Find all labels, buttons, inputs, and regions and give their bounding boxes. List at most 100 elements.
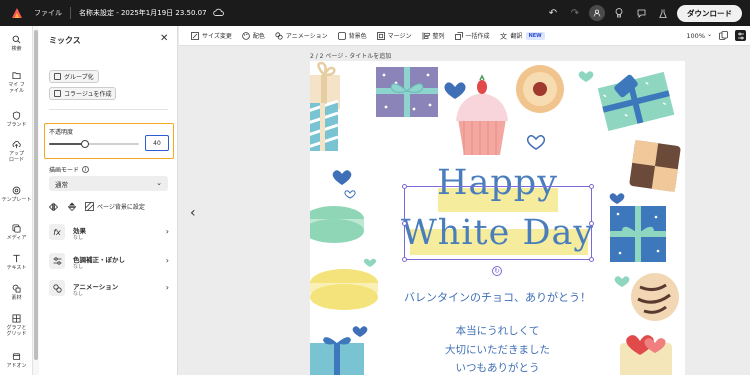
color-label: 配色: [252, 33, 265, 40]
rail-label: グラフと グリッド: [6, 325, 27, 337]
flip-horizontal-icon[interactable]: [49, 202, 58, 211]
download-button[interactable]: ダウンロード: [677, 4, 742, 22]
adjust-blur-section[interactable]: 色調補正・ぼかし なし ›: [49, 252, 173, 272]
set-page-background-button[interactable]: ページ背景に設定: [97, 202, 145, 211]
blend-mode-value: 通常: [55, 180, 68, 189]
top-bar: ファイル 名称未設定 - 2025年1月19日 23.50.07 ↶ ↷ ダウン…: [0, 0, 750, 26]
comment-icon[interactable]: [633, 5, 649, 21]
upload-icon: [12, 141, 21, 149]
resize-handle[interactable]: [589, 184, 594, 189]
resize-handle[interactable]: [402, 184, 407, 189]
collage-button-label: コラージュを作成: [64, 91, 112, 98]
rail-label: アドオン: [6, 363, 27, 369]
rail-item-templates[interactable]: テンプレート: [0, 186, 33, 203]
close-icon[interactable]: ✕: [160, 33, 168, 44]
page-background-icon[interactable]: [85, 202, 94, 211]
group-button[interactable]: グループ化: [49, 70, 99, 83]
create-collage-button[interactable]: コラージュを作成: [49, 87, 117, 100]
palette-icon: [242, 31, 250, 40]
chevron-right-icon: ›: [165, 283, 169, 292]
rail-item-search[interactable]: 検索: [0, 35, 33, 52]
properties-panel-icon[interactable]: [735, 30, 746, 41]
fx-icon: fx: [49, 224, 65, 240]
previous-page-chevron-icon[interactable]: ‹: [190, 205, 196, 221]
flip-vertical-icon[interactable]: [67, 202, 76, 211]
rail-label: マイ ファイル: [8, 82, 25, 94]
animation-section[interactable]: アニメーション なし ›: [49, 279, 173, 299]
section-subtitle: なし: [73, 291, 84, 297]
animation-button[interactable]: アニメーション: [275, 31, 328, 40]
heart-decoration: [444, 82, 466, 99]
template-icon: [12, 186, 21, 195]
divider: [70, 7, 71, 19]
media-icon: [12, 224, 21, 233]
design-canvas[interactable]: Happy White Day ↻ バレンタインのチョコ、ありがとう！ 本当にう…: [310, 61, 685, 375]
chevron-right-icon: ›: [165, 227, 169, 236]
heart-decoration: [614, 276, 630, 287]
resize-handle[interactable]: [402, 257, 407, 262]
rail-item-my-files[interactable]: マイ ファイル: [0, 71, 33, 94]
message-line-1[interactable]: バレンタインのチョコ、ありがとう！: [310, 289, 685, 305]
translate-label: 翻訳: [510, 33, 523, 40]
margin-label: マージン: [387, 33, 412, 40]
context-toolbar: サイズ変更 配色 アニメーション 背景色 マージン 整列 一括作成 文 翻訳 N…: [179, 26, 750, 46]
addon-icon: [12, 353, 21, 361]
opacity-input[interactable]: 40: [145, 135, 169, 151]
rail-label: 検索: [11, 46, 22, 52]
rail-item-text[interactable]: テキスト: [0, 254, 33, 271]
adjust-icon: [49, 253, 65, 269]
blend-mode-select[interactable]: 通常 ⌄: [49, 176, 168, 191]
lightbulb-icon[interactable]: [611, 5, 627, 21]
redo-icon[interactable]: ↷: [567, 5, 583, 21]
zoom-level[interactable]: 100%: [686, 32, 705, 40]
rail-item-brand[interactable]: ブランド: [0, 111, 33, 128]
message-line-4[interactable]: いつもありがとう: [310, 360, 685, 375]
info-icon[interactable]: i: [82, 166, 90, 173]
rail-item-addons[interactable]: アドオン: [0, 352, 33, 369]
rail-item-upload[interactable]: アップ ロード: [0, 140, 33, 163]
page-label[interactable]: 2 / 2 ページ - タイトルを追加: [310, 51, 391, 60]
margin-button[interactable]: マージン: [376, 31, 412, 40]
rail-item-media[interactable]: メディア: [0, 224, 33, 241]
cookie: [516, 65, 564, 113]
batch-create-button[interactable]: 一括作成: [454, 31, 490, 40]
adobe-express-logo-icon[interactable]: [10, 6, 24, 20]
layers-icon[interactable]: [718, 30, 729, 41]
batch-icon: [454, 31, 463, 40]
animation-icon: [49, 280, 65, 296]
background-color-button[interactable]: 背景色: [337, 31, 367, 40]
message-line-2[interactable]: 本当にうれしくて: [310, 323, 685, 338]
arrange-button[interactable]: 整列: [422, 31, 445, 40]
file-menu[interactable]: ファイル: [34, 8, 62, 18]
rail-label: アップ ロード: [8, 151, 24, 163]
undo-icon[interactable]: ↶: [545, 5, 561, 21]
document-title[interactable]: 名称未設定 - 2025年1月19日 23.50.07: [79, 8, 207, 18]
translate-button[interactable]: 文 翻訳 NEW: [500, 31, 545, 40]
rail-label: テンプレート: [1, 197, 32, 203]
rotate-handle-icon[interactable]: ↻: [492, 266, 502, 276]
color-button[interactable]: 配色: [242, 31, 265, 40]
resize-handle[interactable]: [589, 221, 594, 226]
collage-icon: [54, 90, 61, 97]
scrollbar-thumb[interactable]: [34, 30, 38, 360]
resize-handle[interactable]: [589, 257, 594, 262]
zoom-chevron-down-icon[interactable]: ⌄: [707, 31, 712, 38]
resize-button[interactable]: サイズ変更: [191, 31, 232, 40]
rail-label: メディア: [6, 235, 27, 241]
selection-box[interactable]: [402, 184, 594, 262]
opacity-slider[interactable]: [49, 140, 139, 148]
message-line-3[interactable]: 大切にいただきました: [310, 342, 685, 357]
rail-label: ブランド: [6, 122, 27, 128]
rail-item-charts-grids[interactable]: グラフと グリッド: [0, 314, 33, 337]
labs-flask-icon[interactable]: [655, 5, 671, 21]
rail-item-elements[interactable]: 素材: [0, 284, 33, 301]
resize-handle[interactable]: [402, 221, 407, 226]
effects-section[interactable]: fx 効果 なし ›: [49, 223, 173, 243]
flip-align-row: ページ背景に設定: [49, 202, 145, 211]
resize-icon: [191, 31, 199, 40]
invite-user-icon[interactable]: [589, 5, 605, 21]
brand-icon: [12, 111, 21, 120]
chevron-down-icon: ⌄: [156, 179, 162, 187]
svg-text:文: 文: [500, 32, 507, 40]
opacity-slider-thumb[interactable]: [81, 140, 89, 148]
